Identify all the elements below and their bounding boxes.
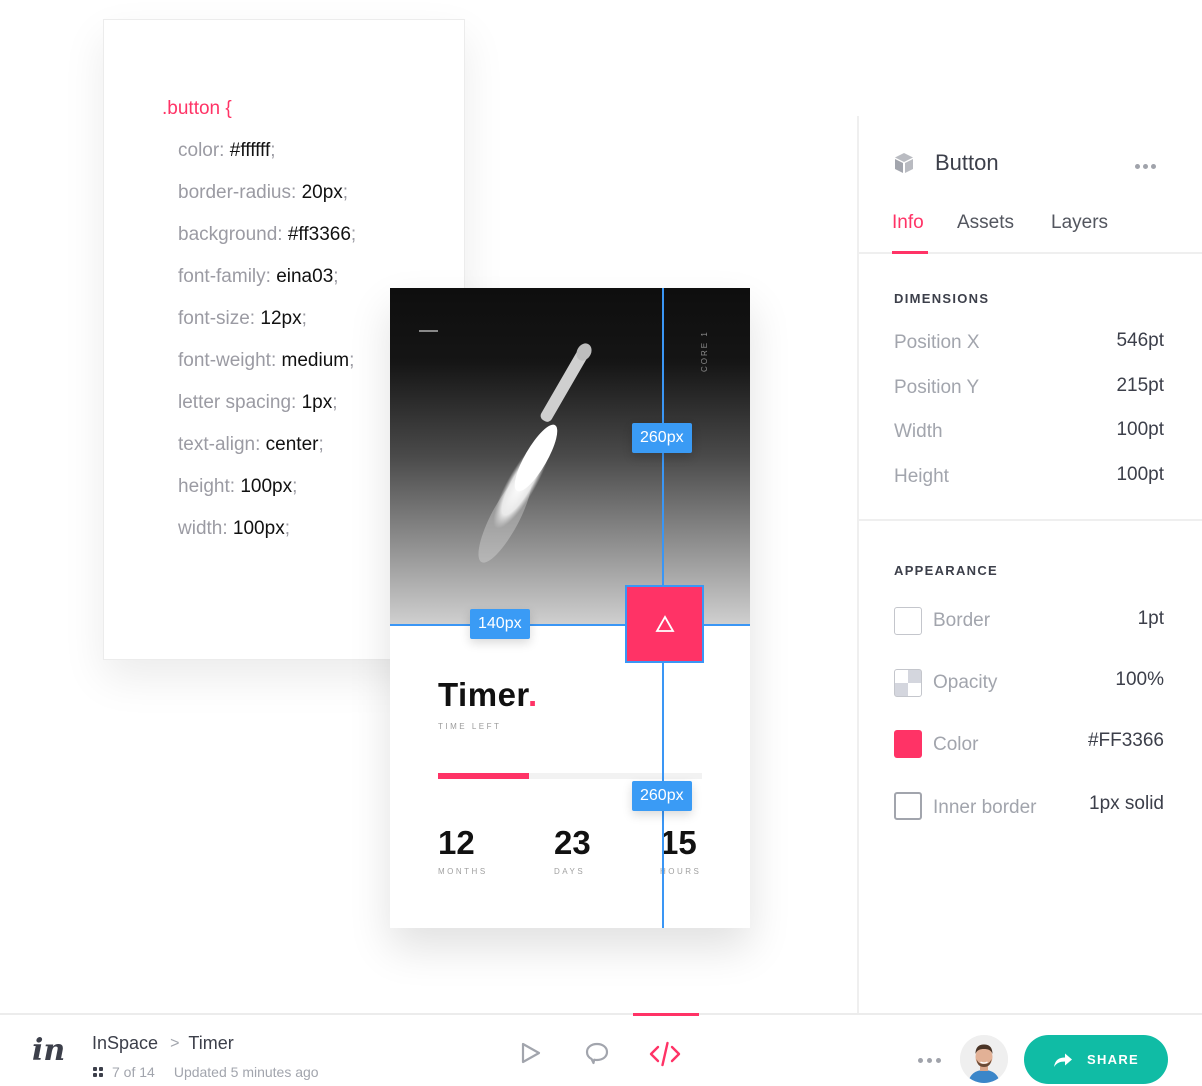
border-swatch[interactable] xyxy=(894,607,922,635)
menu-dash-icon xyxy=(419,330,438,332)
share-arrow-icon xyxy=(1053,1053,1072,1067)
share-label: SHARE xyxy=(1086,1052,1139,1067)
opacity-value: 100% xyxy=(1115,669,1164,690)
tab-assets[interactable]: Assets xyxy=(957,212,1014,234)
panel-title: Button xyxy=(935,150,999,175)
updated-timestamp: Updated 5 minutes ago xyxy=(173,1064,319,1080)
tab-layers[interactable]: Layers xyxy=(1051,212,1108,234)
border-value: 1pt xyxy=(1137,608,1164,629)
invision-logo[interactable]: in xyxy=(32,1033,65,1068)
hours-value: 15 xyxy=(660,824,697,861)
months-value: 12 xyxy=(438,824,475,861)
cube-icon xyxy=(895,153,913,173)
measurement-bottom: 260px xyxy=(632,781,692,811)
chevron-right-icon: > xyxy=(170,1034,180,1052)
inner-border-swatch[interactable] xyxy=(894,792,922,820)
hero-label: CORE 1 xyxy=(700,330,709,372)
rocket-image xyxy=(478,343,592,563)
color-label: Color xyxy=(933,734,979,755)
breadcrumb: InSpace > Timer xyxy=(92,1033,234,1054)
panel-divider xyxy=(859,519,1202,521)
comment-icon[interactable] xyxy=(584,1041,610,1067)
more-options-icon[interactable] xyxy=(918,1058,941,1063)
code-selector: .button { xyxy=(162,98,232,119)
time-left-label: TIME LEFT xyxy=(438,722,502,731)
opacity-swatch[interactable] xyxy=(894,669,922,697)
code-icon[interactable] xyxy=(649,1041,681,1067)
position-x-label: Position X xyxy=(894,332,980,353)
avatar-image xyxy=(960,1035,1008,1083)
width-value: 100pt xyxy=(1116,419,1164,440)
play-icon[interactable] xyxy=(520,1041,542,1065)
code-line: border-radius: 20px; xyxy=(178,182,349,203)
color-swatch[interactable] xyxy=(894,730,922,758)
triangle-icon xyxy=(654,615,675,632)
share-button[interactable]: SHARE xyxy=(1024,1035,1168,1084)
code-line: font-weight: medium; xyxy=(178,350,355,371)
dimensions-heading: DIMENSIONS xyxy=(894,291,990,306)
timer-title: Timer. xyxy=(438,676,538,713)
grid-icon[interactable] xyxy=(93,1067,103,1077)
color-value: #FF3366 xyxy=(1087,730,1164,751)
breadcrumb-screen[interactable]: Timer xyxy=(188,1033,233,1054)
screen-meta: 7 of 14 Updated 5 minutes ago xyxy=(93,1064,319,1080)
days-label: DAYS xyxy=(554,867,586,876)
inner-border-label: Inner border xyxy=(933,797,1037,818)
breadcrumb-project[interactable]: InSpace xyxy=(92,1033,158,1054)
selected-button-element[interactable] xyxy=(625,585,704,663)
days-value: 23 xyxy=(554,824,591,861)
measurement-top: 260px xyxy=(632,423,692,453)
canvas: .button { color: #ffffff; border-radius:… xyxy=(0,0,1202,1013)
height-label: Height xyxy=(894,466,949,487)
active-tab-indicator xyxy=(892,251,928,254)
height-value: 100pt xyxy=(1116,464,1164,485)
position-x-value: 546pt xyxy=(1116,330,1164,351)
more-options-icon[interactable] xyxy=(1135,164,1156,169)
screen-position[interactable]: 7 of 14 xyxy=(112,1064,155,1080)
appearance-heading: APPEARANCE xyxy=(894,563,999,578)
progress-fill xyxy=(438,773,530,779)
panel-tabs: Info Assets Layers xyxy=(859,212,1202,254)
months-label: MONTHS xyxy=(438,867,488,876)
code-line: text-align: center; xyxy=(178,434,324,455)
user-avatar[interactable] xyxy=(960,1035,1008,1083)
position-y-value: 215pt xyxy=(1116,375,1164,396)
hours-label: HOURS xyxy=(660,867,702,876)
width-label: Width xyxy=(894,421,943,442)
code-line: background: #ff3366; xyxy=(178,224,357,245)
tab-info[interactable]: Info xyxy=(892,212,924,234)
inspector-panel: Button Info Assets Layers DIMENSIONS Pos… xyxy=(857,116,1202,1013)
hero-image: CORE 1 xyxy=(390,288,750,625)
code-line: height: 100px; xyxy=(178,476,298,497)
code-line: letter spacing: 1px; xyxy=(178,392,338,413)
inner-border-value: 1px solid xyxy=(1089,793,1164,814)
border-label: Border xyxy=(933,610,991,631)
position-y-label: Position Y xyxy=(894,377,980,398)
active-mode-indicator xyxy=(633,1013,699,1016)
panel-header: Button xyxy=(893,150,999,176)
code-line: color: #ffffff; xyxy=(178,140,276,161)
opacity-label: Opacity xyxy=(933,672,998,693)
bottom-toolbar: in InSpace > Timer 7 of 14 Updated 5 min… xyxy=(0,1013,1202,1086)
code-line: width: 100px; xyxy=(178,518,290,539)
code-line: font-family: eina03; xyxy=(178,266,339,287)
measurement-left: 140px xyxy=(470,609,530,639)
code-line: font-size: 12px; xyxy=(178,308,307,329)
